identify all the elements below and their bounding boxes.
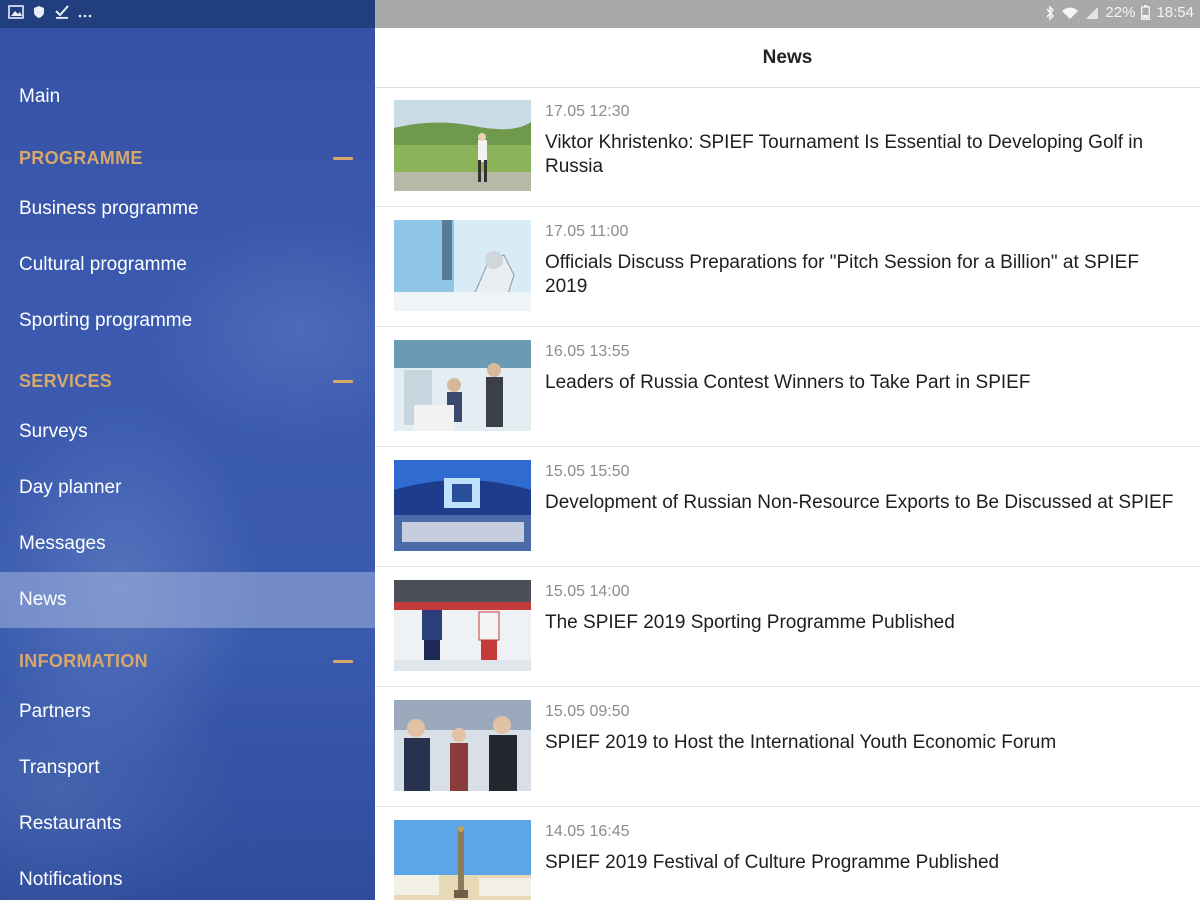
nav-item-news[interactable]: News <box>0 572 375 628</box>
status-bar-right: 22% 18:54 <box>375 0 1200 28</box>
news-item[interactable]: 15.05 09:50 SPIEF 2019 to Host the Inter… <box>375 687 1200 807</box>
gallery-icon <box>8 5 24 19</box>
nav-item-label: Messages <box>19 533 106 554</box>
check-icon <box>54 5 70 19</box>
more-icon <box>78 5 92 19</box>
section-services[interactable]: SERVICES <box>0 356 375 406</box>
news-date: 15.05 15:50 <box>545 463 630 480</box>
nav-item-label: Restaurants <box>19 813 122 834</box>
battery-percent: 22% <box>1105 4 1136 21</box>
stage-photo <box>394 460 531 551</box>
collapse-icon[interactable] <box>333 379 353 383</box>
nav-item-label: Main <box>19 86 61 107</box>
city-square-photo <box>394 820 531 900</box>
news-title: Development of Russian Non-Resource Expo… <box>545 492 1174 513</box>
nav-item-label: Transport <box>19 757 100 778</box>
nav-item-partners[interactable]: Partners <box>0 684 375 740</box>
golf-photo <box>394 100 531 191</box>
navigation-drawer: Main PROGRAMME Business programme Cultur… <box>0 28 375 900</box>
news-item[interactable]: 15.05 15:50 Development of Russian Non-R… <box>375 447 1200 567</box>
news-title: Leaders of Russia Contest Winners to Tak… <box>545 372 1031 393</box>
battery-icon <box>1141 5 1151 20</box>
nav-item-notifications[interactable]: Notifications <box>0 852 375 900</box>
nav-item-sporting-programme[interactable]: Sporting programme <box>0 293 375 349</box>
news-date: 16.05 13:55 <box>545 343 630 360</box>
nav-item-messages[interactable]: Messages <box>0 516 375 572</box>
hockey-photo <box>394 580 531 671</box>
section-information[interactable]: INFORMATION <box>0 636 375 686</box>
signal-icon <box>1085 6 1099 20</box>
robot-arm-photo <box>394 220 531 311</box>
news-date: 15.05 09:50 <box>545 703 630 720</box>
nav-item-main[interactable]: Main <box>0 69 375 125</box>
nav-item-restaurants[interactable]: Restaurants <box>0 796 375 852</box>
section-title: PROGRAMME <box>19 147 143 168</box>
news-date: 17.05 12:30 <box>545 103 630 120</box>
news-title: The SPIEF 2019 Sporting Programme Publis… <box>545 612 955 633</box>
nav-item-surveys[interactable]: Surveys <box>0 404 375 460</box>
news-date: 14.05 16:45 <box>545 823 630 840</box>
nav-item-cultural-programme[interactable]: Cultural programme <box>0 237 375 293</box>
nav-item-label: Cultural programme <box>19 254 187 275</box>
wifi-icon <box>1061 6 1079 20</box>
nav-item-label: Notifications <box>19 869 123 890</box>
collapse-icon[interactable] <box>333 659 353 663</box>
news-item[interactable]: 17.05 11:00 Officials Discuss Preparatio… <box>375 207 1200 327</box>
exhibition-photo <box>394 340 531 431</box>
section-title: SERVICES <box>19 370 113 391</box>
nav-item-day-planner[interactable]: Day planner <box>0 460 375 516</box>
nav-item-label: Business programme <box>19 198 199 219</box>
nav-item-transport[interactable]: Transport <box>0 740 375 796</box>
news-item[interactable]: 16.05 13:55 Leaders of Russia Contest Wi… <box>375 327 1200 447</box>
app-bar: News <box>375 28 1200 88</box>
news-item[interactable]: 17.05 12:30 Viktor Khristenko: SPIEF Tou… <box>375 87 1200 207</box>
bluetooth-icon <box>1045 4 1055 21</box>
nav-item-label: Surveys <box>19 421 88 442</box>
page-title: News <box>762 46 813 68</box>
shield-icon <box>32 5 46 19</box>
nav-item-label: News <box>19 589 67 610</box>
nav-item-label: Day planner <box>19 477 122 498</box>
nav-item-label: Partners <box>19 701 91 722</box>
news-title: Officials Discuss Preparations for "Pitc… <box>545 252 1139 297</box>
status-bar-left <box>0 0 375 28</box>
news-panel: News 17.05 12:30 Viktor Khristenko: SPIE… <box>375 28 1200 900</box>
news-title: Viktor Khristenko: SPIEF Tournament Is E… <box>545 132 1144 177</box>
news-item[interactable]: 14.05 16:45 SPIEF 2019 Festival of Cultu… <box>375 807 1200 900</box>
news-date: 17.05 11:00 <box>545 223 629 240</box>
news-title: SPIEF 2019 to Host the International You… <box>545 732 1057 753</box>
news-date: 15.05 14:00 <box>545 583 630 600</box>
nav-item-label: Sporting programme <box>19 310 193 331</box>
news-item[interactable]: 15.05 14:00 The SPIEF 2019 Sporting Prog… <box>375 567 1200 687</box>
news-title: SPIEF 2019 Festival of Culture Programme… <box>545 852 1000 873</box>
clock: 18:54 <box>1156 4 1194 21</box>
nav-item-business-programme[interactable]: Business programme <box>0 181 375 237</box>
collapse-icon[interactable] <box>333 156 353 160</box>
people-photo <box>394 700 531 791</box>
section-title: INFORMATION <box>19 650 148 671</box>
section-programme[interactable]: PROGRAMME <box>0 133 375 183</box>
